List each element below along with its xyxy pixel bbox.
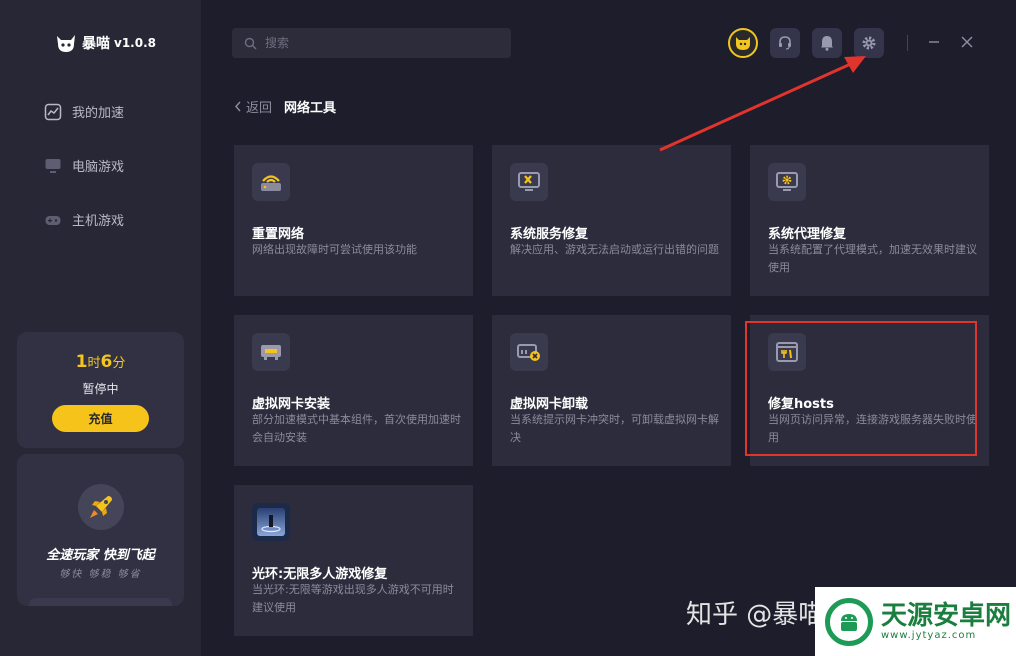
back-label: 返回 (246, 101, 273, 116)
watermark-site-url: www.jytyaz.com (881, 630, 977, 641)
minutes-unit: 分 (112, 356, 126, 371)
minutes-value: 6 (100, 352, 113, 372)
browser-tools-icon (768, 333, 806, 371)
close-button[interactable] (957, 32, 977, 52)
annotation-arrow-icon (659, 56, 866, 152)
sidebar-item-pc-games[interactable]: 电脑游戏 (44, 156, 124, 175)
search-icon (244, 37, 257, 49)
promo-tags: 够快 够稳 够省 (59, 569, 142, 580)
tool-description: 解决应用、游戏无法启动或运行出错的问题 (510, 243, 719, 256)
promo-title: 全速玩家 快到飞起 (46, 548, 155, 563)
tool-title: 系统代理修复 (768, 227, 847, 242)
tool-description: 网络出现故障时可尝试使用该功能 (252, 243, 417, 256)
tool-description: 当系统提示网卡冲突时，可卸载虚拟网卡解决 (510, 413, 719, 444)
chevron-left-icon (235, 101, 241, 112)
tool-card-system-service-repair[interactable]: 系统服务修复 解决应用、游戏无法启动或运行出错的问题 (492, 145, 731, 296)
sidebar-item-label: 我的加速 (72, 106, 125, 121)
speed-chart-icon (44, 103, 62, 121)
tool-card-virtual-nic-install[interactable]: 虚拟网卡安装 部分加速模式中基本组件，首次使用加速时会自动安装 (234, 315, 473, 466)
halo-game-icon (252, 503, 290, 541)
tool-card-virtual-nic-uninstall[interactable]: 虚拟网卡卸载 当系统提示网卡冲突时，可卸载虚拟网卡解决 (492, 315, 731, 466)
recharge-button[interactable]: 充值 (52, 405, 149, 432)
watermark-site-name: 天源安卓网 (881, 601, 1012, 631)
router-icon (252, 163, 290, 201)
cat-logo-icon (57, 35, 75, 52)
monitor-icon (44, 157, 62, 175)
breadcrumb: 返回 网络工具 (234, 97, 336, 116)
monitor-wrench-icon (510, 163, 548, 201)
app-version: v1.0.8 (114, 36, 156, 50)
rocket-icon (78, 484, 124, 530)
pause-status: 暂停中 (82, 382, 119, 396)
tool-description: 部分加速模式中基本组件，首次使用加速时会自动安装 (252, 413, 461, 444)
gamepad-icon (44, 211, 62, 229)
tool-title: 修复hosts (768, 397, 834, 412)
page-title: 网络工具 (284, 101, 337, 116)
tool-description: 当系统配置了代理模式，加速无效果时建议使用 (768, 243, 977, 274)
minimize-icon (929, 41, 939, 43)
sidebar-item-my-acceleration[interactable]: 我的加速 (44, 102, 124, 121)
tool-title: 虚拟网卡安装 (252, 397, 331, 412)
window-controls-divider (907, 35, 908, 51)
remaining-time: 1时6分 (17, 352, 184, 372)
tool-description: 当光环:无限等游戏出现多人游戏不可用时建议使用 (252, 583, 454, 614)
remaining-time-card: 1时6分 暂停中 充值 (17, 332, 184, 448)
back-link[interactable]: 返回 (234, 97, 272, 116)
watermark-zhihu: 知乎 @暴喵 (686, 600, 825, 630)
sidebar-item-console-games[interactable]: 主机游戏 (44, 210, 124, 229)
tool-card-repair-hosts[interactable]: 修复hosts 当网页访问异常，连接游戏服务器失败时使用 (750, 315, 989, 466)
app-name: 暴喵 (82, 36, 110, 52)
sidebar: 暴喵 v1.0.8 我的加速 电脑游戏 主机游戏 1时6分 暂停中 充值 全速玩… (0, 0, 201, 656)
app-logo: 暴喵 v1.0.8 (54, 32, 156, 54)
tool-card-reset-network[interactable]: 重置网络 网络出现故障时可尝试使用该功能 (234, 145, 473, 296)
tool-title: 系统服务修复 (510, 227, 589, 242)
minimize-button[interactable] (924, 32, 944, 52)
promo-card[interactable]: 全速玩家 快到飞起 够快 够稳 够省 (17, 454, 184, 606)
close-icon (961, 36, 973, 48)
hours-value: 1 (75, 352, 88, 372)
tool-title: 虚拟网卡卸载 (510, 397, 589, 412)
search-box[interactable] (232, 28, 511, 58)
monitor-gear-icon (768, 163, 806, 201)
network-card-remove-icon (510, 333, 548, 371)
tool-title: 光环:无限多人游戏修复 (252, 567, 388, 582)
search-input[interactable] (265, 36, 485, 50)
network-card-icon (252, 333, 290, 371)
tool-card-system-proxy-repair[interactable]: 系统代理修复 当系统配置了代理模式，加速无效果时建议使用 (750, 145, 989, 296)
sidebar-item-label: 电脑游戏 (72, 160, 125, 175)
tool-title: 重置网络 (252, 227, 305, 242)
sidebar-item-label: 主机游戏 (72, 214, 125, 229)
tool-card-halo-infinite-repair[interactable]: 光环:无限多人游戏修复 当光环:无限等游戏出现多人游戏不可用时建议使用 (234, 485, 473, 636)
android-logo-icon (825, 597, 873, 646)
hours-unit: 时 (87, 356, 101, 371)
watermark-site-badge: 天源安卓网 www.jytyaz.com (815, 587, 1016, 656)
tool-description: 当网页访问异常，连接游戏服务器失败时使用 (768, 413, 977, 444)
